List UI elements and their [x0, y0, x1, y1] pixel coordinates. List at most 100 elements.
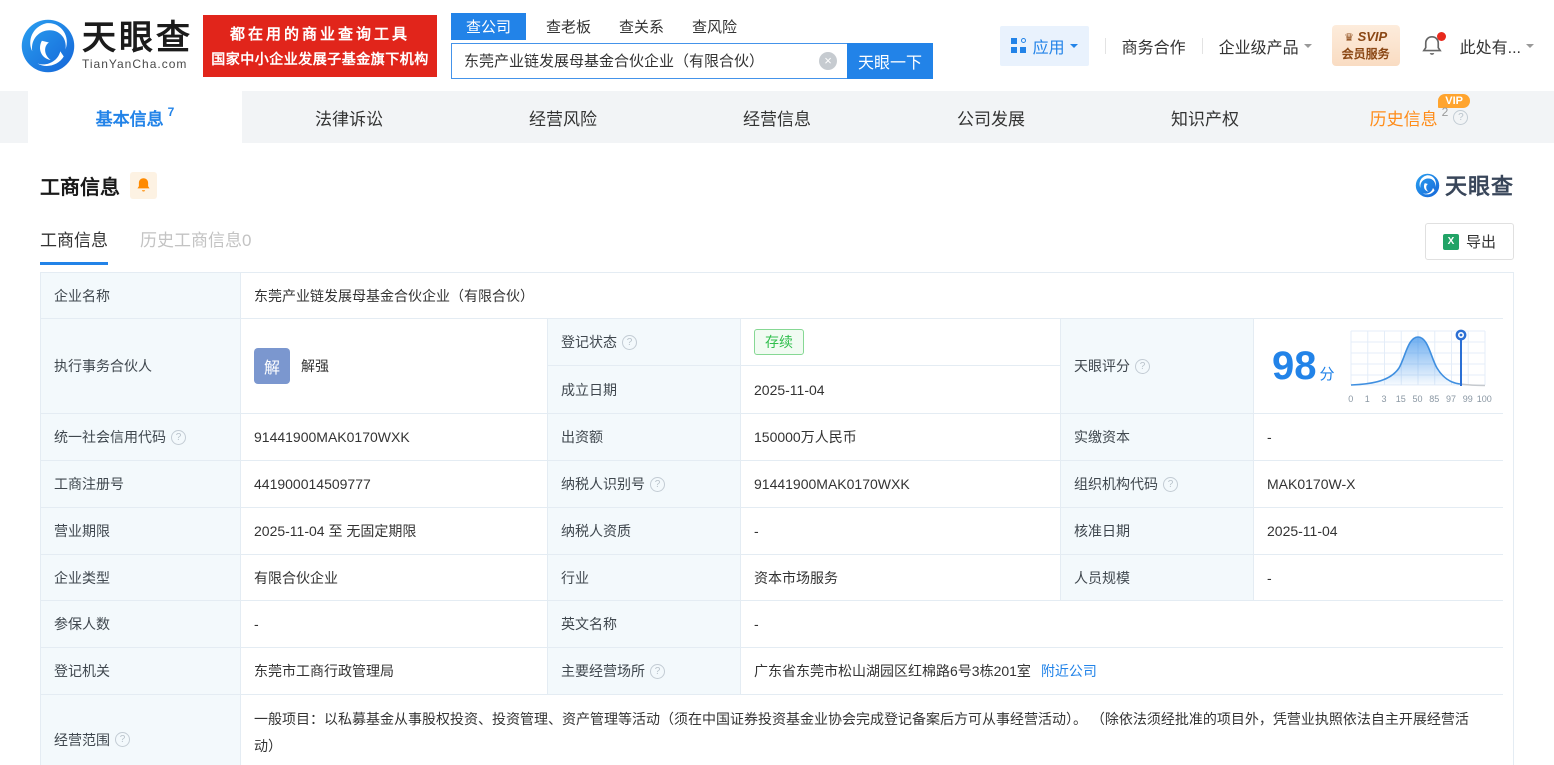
tab-company-development[interactable]: 公司发展 [884, 91, 1098, 143]
field-value-registration-authority: 东莞市工商行政管理局 [241, 648, 548, 695]
tab-label: 经营信息 [743, 109, 811, 129]
svip-label: SVIP [1357, 29, 1388, 44]
tab-intellectual-property[interactable]: 知识产权 [1098, 91, 1312, 143]
apps-button[interactable]: 应用 [999, 25, 1089, 66]
field-value-establish-date: 2025-11-04 [741, 366, 1061, 414]
tab-business-info[interactable]: 经营信息 [670, 91, 884, 143]
search-button[interactable]: 天眼一下 [847, 42, 933, 79]
subtab-count: 0 [242, 231, 252, 250]
search-tab-boss[interactable]: 查老板 [546, 13, 591, 40]
notification-dot [1436, 31, 1446, 41]
field-label-registration-authority: 登记机关 [41, 648, 241, 695]
field-value-paid-capital: - [1254, 414, 1503, 461]
bell-icon [137, 178, 150, 192]
tab-count: 7 [167, 105, 175, 119]
score-unit: 分 [1319, 365, 1335, 383]
username: 此处有... [1459, 39, 1521, 57]
divider [1104, 37, 1106, 54]
field-label-insured-count: 参保人数 [41, 601, 241, 648]
status-badge: 存续 [754, 329, 804, 355]
field-value-business-term: 2025-11-04 至 无固定期限 [241, 508, 548, 555]
excel-icon: X [1442, 233, 1459, 250]
info-icon[interactable]: ? [1163, 476, 1178, 492]
svip-sublabel: 会员服务 [1341, 47, 1390, 61]
field-value-company-name: 东莞产业链发展母基金合伙企业（有限合伙） [241, 273, 1503, 319]
field-label-executive-partner: 执行事务合伙人 [41, 319, 241, 414]
chevron-down-icon [1526, 43, 1534, 52]
search-tab-company[interactable]: 查公司 [451, 12, 527, 40]
field-label-business-address: 主要经营场所? [548, 648, 741, 695]
info-icon[interactable]: ? [171, 429, 186, 445]
clear-icon[interactable]: × [819, 51, 837, 70]
logo-title: 天眼查 [82, 18, 193, 57]
tab-history-info[interactable]: VIP 历史信息 2 ? [1312, 91, 1526, 143]
promo-line1: 都在用的商业查询工具 [229, 25, 410, 43]
field-label-taxpayer-quality: 纳税人资质 [548, 508, 741, 555]
partner-name-link[interactable]: 解强 [301, 356, 329, 376]
watermark-logo: 天眼查 [1415, 169, 1514, 201]
svip-badge[interactable]: ♛ SVIP 会员服务 [1331, 25, 1400, 66]
field-value-org-code: MAK0170W-X [1254, 461, 1503, 508]
field-label-text: 组织机构代码 [1074, 476, 1158, 492]
tab-basic-info[interactable]: 基本信息 7 [28, 91, 242, 143]
field-label-text: 登记状态 [561, 334, 617, 350]
info-icon[interactable]: ? [650, 663, 665, 679]
export-button[interactable]: X 导出 [1424, 223, 1514, 260]
info-icon[interactable]: ? [1135, 358, 1150, 374]
info-icon[interactable]: ? [115, 732, 130, 747]
field-value-taxpayer-quality: - [741, 508, 1061, 555]
search-tab-relation[interactable]: 查关系 [619, 13, 664, 40]
field-value-staff-size: - [1254, 555, 1503, 601]
field-label-industry: 行业 [548, 555, 741, 601]
field-value-credit-code: 91441900MAK0170WXK [241, 414, 548, 461]
search-area: 查公司 查老板 查关系 查风险 × 天眼一下 [451, 12, 933, 79]
field-value-english-name: - [741, 601, 1503, 648]
search-tab-risk[interactable]: 查风险 [692, 13, 737, 40]
field-label-company-name: 企业名称 [41, 273, 241, 319]
section-title: 工商信息 [40, 176, 120, 199]
subtab-history-registration[interactable]: 历史工商信息0 [140, 226, 251, 265]
apps-grid-icon [1010, 38, 1026, 53]
field-value-business-scope: 一般项目：以私募基金从事股权投资、投资管理、资产管理等活动（须在中国证券投资基金… [241, 695, 1503, 765]
subtab-label: 历史工商信息 [140, 231, 242, 250]
enterprise-products-label: 企业级产品 [1218, 39, 1299, 57]
field-label-paid-capital: 实缴资本 [1061, 414, 1254, 461]
tab-operation-risk[interactable]: 经营风险 [456, 91, 670, 143]
field-label-text: 统一社会信用代码 [54, 429, 166, 445]
subtab-business-registration[interactable]: 工商信息 [40, 226, 108, 265]
tab-label: 法律诉讼 [315, 109, 383, 129]
field-label-text: 主要经营场所 [561, 663, 645, 679]
address-text: 广东省东莞市松山湖园区红棉路6号3栋201室 [754, 663, 1031, 679]
field-value-registration-status: 存续 [741, 319, 1061, 366]
field-value-insured-count: - [241, 601, 548, 648]
notification-bell[interactable] [1421, 31, 1446, 57]
user-menu[interactable]: 此处有... [1460, 34, 1534, 58]
business-info-table: 企业名称 东莞产业链发展母基金合伙企业（有限合伙） 执行事务合伙人 解 解强 登… [40, 272, 1514, 765]
nearby-companies-link[interactable]: 附近公司 [1041, 661, 1097, 681]
tab-label: 历史信息 [1369, 109, 1438, 129]
cooperation-link[interactable]: 商务合作 [1122, 34, 1186, 58]
help-icon[interactable]: ? [1453, 109, 1469, 125]
field-label-business-scope: 经营范围? [41, 695, 241, 765]
field-value-business-address: 广东省东莞市松山湖园区红棉路6号3栋201室 附近公司 [741, 648, 1503, 695]
field-value-approval-date: 2025-11-04 [1254, 508, 1503, 555]
partner-avatar[interactable]: 解 [254, 348, 290, 384]
score-number: 98 [1272, 344, 1317, 388]
field-value-capital: 150000万人民币 [741, 414, 1061, 461]
chevron-down-icon [1069, 43, 1078, 52]
header-nav: 应用 商务合作 企业级产品 ♛ SVIP 会员服务 此处有... [999, 25, 1534, 66]
subscribe-bell-button[interactable] [130, 171, 157, 199]
promo-line2: 国家中小企业发展子基金旗下机构 [211, 50, 429, 67]
field-label-text: 纳税人识别号 [561, 476, 645, 492]
field-label-english-name: 英文名称 [548, 601, 741, 648]
info-icon[interactable]: ? [650, 476, 665, 492]
search-input[interactable] [451, 42, 847, 79]
tianyancha-logo[interactable]: 天眼查 TianYanCha.com [20, 18, 193, 74]
info-icon[interactable]: ? [622, 334, 637, 350]
field-label-establish-date: 成立日期 [548, 366, 741, 414]
field-value-registration-number: 441900014509777 [241, 461, 548, 508]
field-label-text: 经营范围 [54, 731, 110, 748]
field-value-taxpayer-id: 91441900MAK0170WXK [741, 461, 1061, 508]
enterprise-products-link[interactable]: 企业级产品 [1219, 34, 1312, 58]
tab-legal[interactable]: 法律诉讼 [242, 91, 456, 143]
